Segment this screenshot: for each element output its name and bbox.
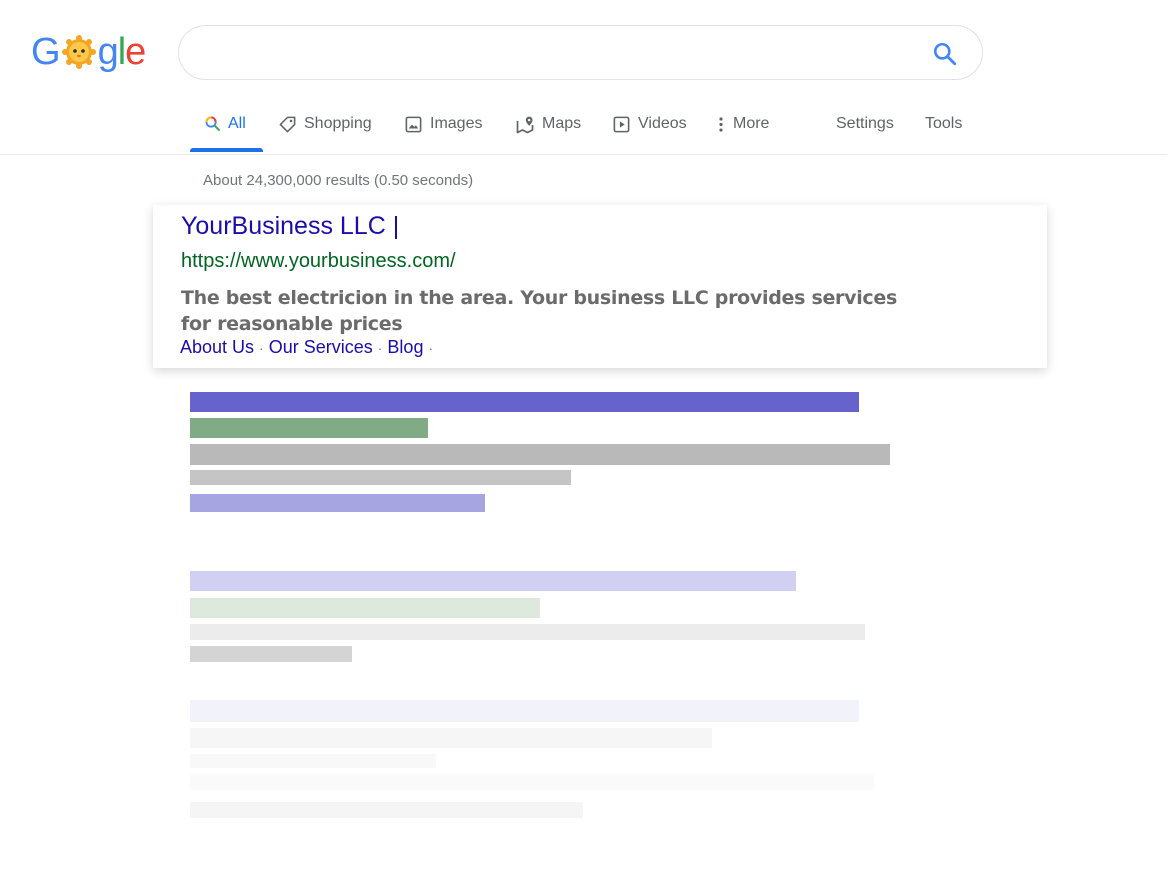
search-tabs: All Shopping Images Maps Videos More Set… [0, 108, 1167, 155]
tag-icon [279, 116, 296, 133]
more-vert-icon [719, 117, 723, 132]
tab-label: Videos [638, 115, 687, 132]
search-bar [178, 25, 983, 80]
sitelink-our-services[interactable]: Our Services [269, 337, 373, 357]
play-icon [613, 116, 630, 133]
placeholder-url-bar [190, 728, 712, 748]
tab-maps[interactable]: Maps [515, 108, 581, 152]
tab-videos[interactable]: Videos [612, 108, 687, 152]
sitelinks: About Us · Our Services · Blog · [180, 337, 438, 358]
result-description: The best electricion in the area. Your b… [181, 287, 897, 335]
settings-link[interactable]: Settings [836, 108, 894, 152]
tab-more[interactable]: More [716, 108, 769, 152]
tab-images[interactable]: Images [404, 108, 482, 152]
search-input[interactable] [201, 36, 925, 72]
result-title[interactable]: YourBusiness LLC | [181, 212, 399, 241]
separator-dot: · [377, 340, 383, 356]
placeholder-text-bar [190, 802, 583, 818]
logo-letter: g [97, 30, 119, 73]
placeholder-text-bar [190, 754, 436, 768]
tab-label: All [228, 115, 246, 132]
placeholder-text-bar [190, 444, 890, 465]
map-icon [516, 116, 534, 134]
tab-label: Images [430, 115, 483, 132]
placeholder-title-bar [190, 392, 859, 412]
search-icon[interactable] [932, 41, 958, 67]
google-logo[interactable]: G o o g l e [31, 30, 146, 74]
placeholder-url-bar [190, 418, 428, 438]
placeholder-text-bar [190, 774, 874, 790]
separator-dot: · [259, 340, 264, 356]
tab-label: Maps [542, 115, 582, 132]
active-tab-indicator [190, 148, 263, 152]
settings-label: Settings [836, 115, 894, 132]
logo-letter: l [117, 30, 127, 73]
placeholder-url-bar [190, 598, 540, 618]
placeholder-title-bar [190, 571, 796, 591]
logo-letter: e [125, 30, 146, 73]
result-url[interactable]: https://www.yourbusiness.com/ [181, 250, 456, 273]
tab-all[interactable]: All [204, 108, 246, 152]
tools-label: Tools [925, 115, 963, 132]
tab-shopping[interactable]: Shopping [278, 108, 372, 152]
sitelink-blog[interactable]: Blog [387, 337, 423, 357]
placeholder-text-bar [190, 470, 571, 485]
placeholder-title-bar [190, 700, 859, 722]
search-icon [205, 116, 220, 131]
logo-letter: G [31, 30, 61, 73]
search-result: YourBusiness LLC | https://www.yourbusin… [153, 205, 1047, 368]
tab-label: Shopping [304, 115, 372, 132]
placeholder-text-bar [190, 646, 352, 662]
placeholder-text-bar [190, 624, 865, 640]
sitelink-about-us[interactable]: About Us [180, 337, 254, 357]
placeholder-link-bar [190, 494, 485, 512]
tools-link[interactable]: Tools [925, 108, 962, 152]
doodle-sun-icon [61, 35, 96, 69]
image-icon [405, 116, 422, 133]
tab-label: More [733, 115, 770, 132]
result-stats: About 24,300,000 results (0.50 seconds) [203, 172, 474, 189]
separator-dot: · [428, 340, 434, 356]
